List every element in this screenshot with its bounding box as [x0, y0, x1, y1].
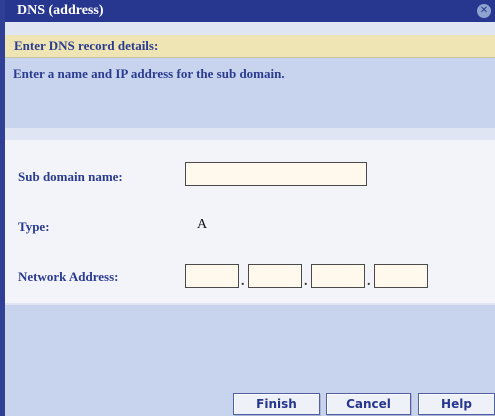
cancel-button[interactable]: Cancel [326, 393, 411, 415]
ip-octet-2-input[interactable] [248, 264, 302, 288]
section-header: Enter DNS record details: [5, 35, 495, 58]
instruction-panel: Enter a name and IP address for the sub … [5, 58, 495, 128]
ip-octet-1-input[interactable] [185, 264, 239, 288]
help-button[interactable]: Help [418, 393, 495, 415]
type-label: Type: [18, 219, 50, 234]
finish-button[interactable]: Finish [233, 393, 320, 415]
ip-octet-4-input[interactable] [374, 264, 428, 288]
ip-separator-3: . [367, 274, 371, 289]
ip-octet-3-input[interactable] [311, 264, 365, 288]
close-icon[interactable]: ✕ [477, 4, 491, 18]
form-panel: Sub domain name: Type: A Network Address… [5, 140, 495, 303]
network-address-label: Network Address: [18, 269, 119, 284]
instruction-text: Enter a name and IP address for the sub … [13, 66, 285, 81]
subdomain-label: Sub domain name: [18, 169, 123, 184]
subdomain-input[interactable] [185, 162, 367, 186]
ip-separator-1: . [241, 274, 245, 289]
header-text: Enter DNS record details: [14, 38, 159, 53]
title-bar: DNS (address) ✕ [5, 0, 495, 22]
button-panel: Finish Cancel Help [5, 305, 495, 416]
type-value: A [197, 217, 208, 232]
dns-address-dialog: DNS (address) ✕ Enter DNS record details… [0, 0, 495, 416]
ip-separator-2: . [304, 274, 308, 289]
window-title: DNS (address) [17, 3, 104, 18]
